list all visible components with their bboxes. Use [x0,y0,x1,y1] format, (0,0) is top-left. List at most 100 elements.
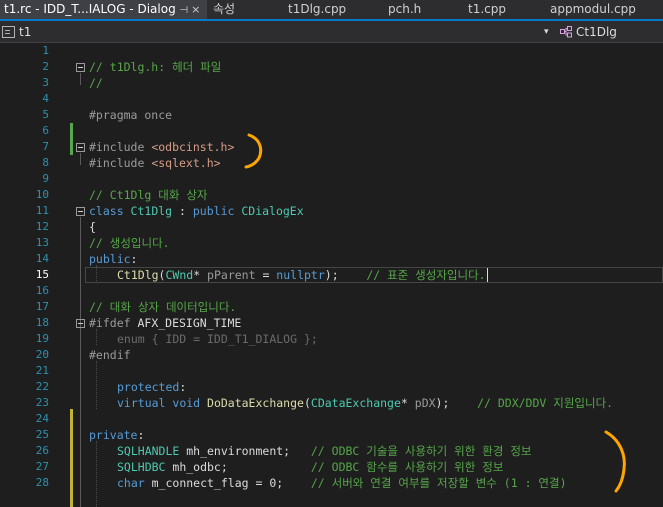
code-token: void [172,396,208,410]
code-token: // DDX/DDV 지원입니다. [477,396,614,410]
code-line[interactable]: 1 [0,43,663,59]
code-token: SQLHDBC [117,460,166,474]
code-text: #include <sqlext.h> [89,155,221,171]
line-number: 15 [35,268,49,281]
code-token: pDX [414,396,436,410]
code-token: // t1Dlg.h: 헤더 파일 [89,60,222,74]
code-line[interactable]: 11 class Ct1Dlg : public CDialogEx [0,203,663,219]
code-line[interactable]: 27 SQLHDBC mh_odbc; // ODBC 함수를 사용하기 위한 정… [0,459,663,475]
code-line[interactable]: 6 [0,123,663,139]
code-line[interactable]: 3 // [0,75,663,91]
line-number: 23 [35,396,49,409]
line-number: 26 [35,444,49,457]
code-token: <odbcinst.h> [151,140,235,154]
code-editor[interactable]: 1 2 // t1Dlg.h: 헤더 파일 3 //4 5 #pragma once 6 7 #i… [0,43,663,507]
tab-t1-rc-dialog[interactable]: t1.rc - IDD_T...IALOG - Dialog ⊣ × [0,0,207,19]
annotation-bracket-mark [244,133,263,169]
code-token: AFX_DESIGN_TIME [137,316,242,330]
code-text: SQLHDBC mh_odbc; // ODBC 함수를 사용하기 위한 정보 [117,459,503,475]
code-token: Ct1Dlg [117,268,159,282]
line-number: 3 [42,76,49,89]
code-token: // ODBC 함수를 사용하기 위한 정보 [310,460,504,474]
line-number: 12 [35,220,49,233]
tab-properties[interactable]: 속성 [207,0,284,19]
code-token: #ifdef [89,316,138,330]
code-token: : [179,380,187,394]
tab-pch-h[interactable]: pch.h [384,0,464,19]
code-token: : [137,428,145,442]
code-token: #pragma once [89,108,173,122]
code-line[interactable]: 12 { [0,219,663,235]
code-token: CDataExchange [310,396,401,410]
line-number: 25 [35,428,49,441]
pin-icon[interactable]: ⊣ [178,2,190,19]
code-token: // 대화 상자 데이터입니다. [89,300,237,314]
code-line[interactable]: 21 [0,363,663,379]
code-token: * [400,396,415,410]
line-number: 7 [42,140,49,153]
code-token: #endif [89,348,131,362]
tab-t1-cpp[interactable]: t1.cpp [464,0,546,19]
code-line[interactable]: 28 char m_connect_flag = 0; // 서버와 연결 여부를… [0,475,663,491]
code-token: mh_environment; [179,444,311,458]
collapse-icon[interactable] [76,143,85,152]
line-number: 9 [42,172,49,185]
code-line[interactable]: 25 private: [0,427,663,443]
code-token: char [117,476,145,490]
code-line[interactable]: 26 SQLHANDLE mh_environment; // ODBC 기술을 … [0,443,663,459]
tab-t1dlg-cpp[interactable]: t1Dlg.cpp [284,0,384,19]
code-line[interactable]: 16 [0,283,663,299]
tab-appmodul-cpp[interactable]: appmodul.cpp [546,0,663,19]
close-icon[interactable]: × [190,1,202,19]
line-number: 18 [35,316,49,329]
code-token: CWnd [165,268,194,282]
code-line[interactable]: 24 [0,411,663,427]
code-token: <sqlext.h> [151,156,221,170]
code-token: class [89,204,131,218]
project-dropdown[interactable]: t1 [2,24,31,40]
code-line[interactable]: 20 #endif [0,347,663,363]
collapse-icon[interactable] [76,63,85,72]
line-number: 27 [35,460,49,473]
code-token: // 서버와 연결 여부를 저장할 변수 (1 : 연결) [310,476,567,490]
code-text: // [89,75,103,91]
chevron-down-icon[interactable]: ▾ [544,24,549,40]
code-line[interactable]: 8 #include <sqlext.h> [0,155,663,171]
collapse-icon[interactable] [76,319,85,328]
project-icon [2,26,15,38]
code-line[interactable]: 10 // Ct1Dlg 대화 상자 [0,187,663,203]
line-number: 20 [35,348,49,361]
line-number: 13 [35,236,49,249]
project-name: t1 [19,25,32,39]
code-line[interactable]: 9 [0,171,663,187]
code-line[interactable]: 7 #include <odbcinst.h> [0,139,663,155]
code-line[interactable]: 19 enum { IDD = IDD_T1_DIALOG }; [0,331,663,347]
code-text: #ifdef AFX_DESIGN_TIME [89,315,241,331]
line-number: 22 [35,380,49,393]
code-line[interactable]: 22 protected: [0,379,663,395]
code-line[interactable]: 14 public: [0,251,663,267]
line-number: 2 [42,60,49,73]
class-scope-dropdown[interactable]: Ct1Dlg [560,24,617,40]
class-scope-name: Ct1Dlg [576,25,617,39]
collapse-icon[interactable] [76,207,85,216]
code-line[interactable]: 4 [0,91,663,107]
text-caret [487,268,488,282]
code-token: ( [303,396,311,410]
code-token: protected [117,380,180,394]
code-token: * [193,268,208,282]
code-line[interactable]: 17 // 대화 상자 데이터입니다. [0,299,663,315]
line-number: 19 [35,332,49,345]
code-line[interactable]: 23 virtual void DoDataExchange(CDataExcha… [0,395,663,411]
code-line[interactable]: 2 // t1Dlg.h: 헤더 파일 [0,59,663,75]
code-token: #include [89,140,152,154]
line-number: 21 [35,364,49,377]
annotation-bracket-mark [604,430,626,493]
code-text: char m_connect_flag = 0; // 서버와 연결 여부를 저… [117,475,567,491]
code-line[interactable]: 13 // 생성입니다. [0,235,663,251]
code-token: SQLHANDLE [117,444,180,458]
code-token: virtual [117,396,173,410]
code-line[interactable]: 15 Ct1Dlg(CWnd* pParent = nullptr); // 표준… [0,267,663,283]
code-line[interactable]: 5 #pragma once [0,107,663,123]
code-line[interactable]: 18 #ifdef AFX_DESIGN_TIME [0,315,663,331]
